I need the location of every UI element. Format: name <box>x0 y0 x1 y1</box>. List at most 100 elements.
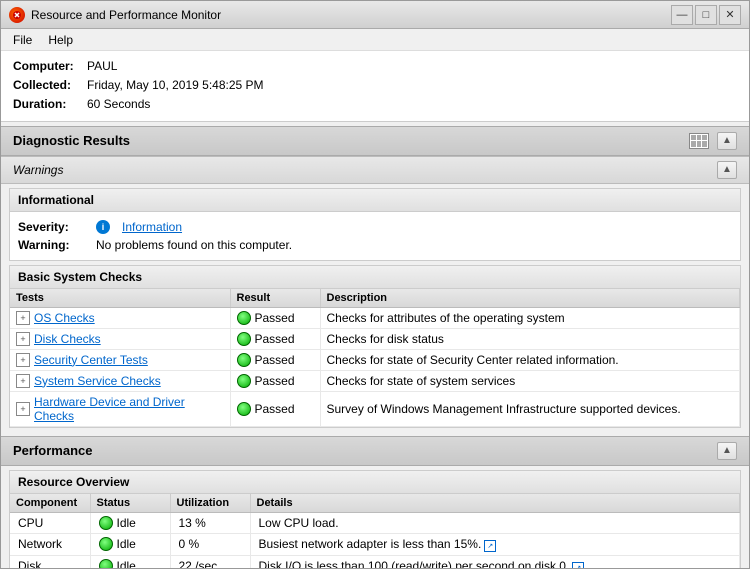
result-text: Passed <box>255 311 295 325</box>
performance-title: Performance <box>13 443 92 458</box>
checks-table-row: + System Service Checks Passed Checks fo… <box>10 370 740 391</box>
diagnostic-results-header[interactable]: Diagnostic Results ▲ <box>1 126 749 156</box>
status-dot-icon <box>99 559 113 568</box>
test-cell: + Disk Checks <box>16 332 224 346</box>
collected-label: Collected: <box>13 76 83 95</box>
status-cell: Idle <box>99 559 162 568</box>
computer-value: PAUL <box>87 57 117 76</box>
severity-row: Severity: i Information <box>18 218 732 236</box>
menu-help[interactable]: Help <box>40 31 81 49</box>
test-cell: + System Service Checks <box>16 374 224 388</box>
app-icon <box>9 7 25 23</box>
status-dot-icon <box>99 537 113 551</box>
test-link-1[interactable]: Disk Checks <box>34 332 101 346</box>
details-cell: Disk I/O is less than 100 (read/write) p… <box>250 555 740 568</box>
duration-label: Duration: <box>13 95 83 114</box>
window-title: Resource and Performance Monitor <box>31 8 671 22</box>
system-info-bar: Computer: PAUL Collected: Friday, May 10… <box>1 51 749 122</box>
passed-dot-icon <box>237 332 251 346</box>
grid-view-icon[interactable] <box>689 133 709 149</box>
col-result: Result <box>230 289 320 308</box>
test-link-3[interactable]: System Service Checks <box>34 374 161 388</box>
expand-icon[interactable]: + <box>16 402 30 416</box>
computer-label: Computer: <box>13 57 83 76</box>
maximize-button[interactable]: □ <box>695 5 717 25</box>
result-text: Passed <box>255 402 295 416</box>
details-cell: Low CPU load. <box>250 512 740 533</box>
test-link-4[interactable]: Hardware Device and Driver Checks <box>34 395 224 423</box>
component-cell: Network <box>10 533 90 555</box>
performance-collapse-button[interactable]: ▲ <box>717 442 737 460</box>
description-cell: Checks for state of system services <box>320 370 740 391</box>
status-cell: Idle <box>99 537 162 551</box>
col-status: Status <box>90 494 170 513</box>
checks-table-row: + Security Center Tests Passed Checks fo… <box>10 349 740 370</box>
test-cell: + OS Checks <box>16 311 224 325</box>
collected-value: Friday, May 10, 2019 5:48:25 PM <box>87 76 264 95</box>
utilization-cell: 22 /sec <box>170 555 250 568</box>
informational-body: Severity: i Information Warning: No prob… <box>10 212 740 260</box>
warnings-collapse-button[interactable]: ▲ <box>717 161 737 179</box>
result-cell: Passed <box>237 353 314 367</box>
status-cell: Idle <box>99 516 162 530</box>
menu-file[interactable]: File <box>5 31 40 49</box>
result-text: Passed <box>255 332 295 346</box>
checks-table-row: + Hardware Device and Driver Checks Pass… <box>10 391 740 426</box>
col-utilization: Utilization <box>170 494 250 513</box>
description-cell: Checks for attributes of the operating s… <box>320 307 740 328</box>
content-area[interactable]: Diagnostic Results ▲ Warnings ▲ Informat… <box>1 122 749 568</box>
status-dot-icon <box>99 516 113 530</box>
checks-table: Tests Result Description + OS Checks P <box>10 289 740 427</box>
passed-dot-icon <box>237 311 251 325</box>
expand-icon[interactable]: + <box>16 353 30 367</box>
status-text: Idle <box>117 559 136 568</box>
duration-value: 60 Seconds <box>87 95 150 114</box>
resource-overview-panel: Resource Overview Component Status Utili… <box>9 470 741 568</box>
overview-table-row: Network Idle 0 % Busiest network adapter… <box>10 533 740 555</box>
overview-table-row: Disk Idle 22 /sec Disk I/O is less than … <box>10 555 740 568</box>
test-link-2[interactable]: Security Center Tests <box>34 353 148 367</box>
test-cell: + Hardware Device and Driver Checks <box>16 395 224 423</box>
performance-header[interactable]: Performance ▲ <box>1 436 749 466</box>
expand-icon[interactable]: + <box>16 374 30 388</box>
main-window: Resource and Performance Monitor — □ ✕ F… <box>0 0 750 569</box>
warnings-header[interactable]: Warnings ▲ <box>1 156 749 184</box>
expand-icon[interactable]: + <box>16 311 30 325</box>
overview-table: Component Status Utilization Details CPU… <box>10 494 740 568</box>
result-cell: Passed <box>237 311 314 325</box>
component-cell: CPU <box>10 512 90 533</box>
overview-table-header-row: Component Status Utilization Details <box>10 494 740 513</box>
checks-table-header-row: Tests Result Description <box>10 289 740 308</box>
basic-checks-title: Basic System Checks <box>10 266 740 289</box>
basic-system-checks-panel: Basic System Checks Tests Result Descrip… <box>9 265 741 428</box>
status-text: Idle <box>117 537 136 551</box>
expand-icon[interactable]: + <box>16 332 30 346</box>
minimize-button[interactable]: — <box>671 5 693 25</box>
utilization-cell: 13 % <box>170 512 250 533</box>
severity-label: Severity: <box>18 220 88 234</box>
resource-overview-title: Resource Overview <box>10 471 740 494</box>
description-cell: Survey of Windows Management Infrastruct… <box>320 391 740 426</box>
diagnostic-results-title: Diagnostic Results <box>13 133 130 148</box>
close-button[interactable]: ✕ <box>719 5 741 25</box>
passed-dot-icon <box>237 374 251 388</box>
checks-table-row: + OS Checks Passed Checks for attributes… <box>10 307 740 328</box>
external-link-icon[interactable]: ↗ <box>572 562 584 568</box>
col-description: Description <box>320 289 740 308</box>
status-text: Idle <box>117 516 136 530</box>
result-text: Passed <box>255 353 295 367</box>
menu-bar: File Help <box>1 29 749 51</box>
col-component: Component <box>10 494 90 513</box>
passed-dot-icon <box>237 353 251 367</box>
external-link-icon[interactable]: ↗ <box>484 540 496 552</box>
title-bar: Resource and Performance Monitor — □ ✕ <box>1 1 749 29</box>
diagnostic-collapse-button[interactable]: ▲ <box>717 132 737 150</box>
info-circle-icon: i <box>96 220 110 234</box>
result-cell: Passed <box>237 402 314 416</box>
warnings-title: Warnings <box>13 163 63 177</box>
result-cell: Passed <box>237 332 314 346</box>
test-link-0[interactable]: OS Checks <box>34 311 95 325</box>
result-cell: Passed <box>237 374 314 388</box>
warning-row: Warning: No problems found on this compu… <box>18 236 732 254</box>
information-link[interactable]: Information <box>122 220 182 234</box>
